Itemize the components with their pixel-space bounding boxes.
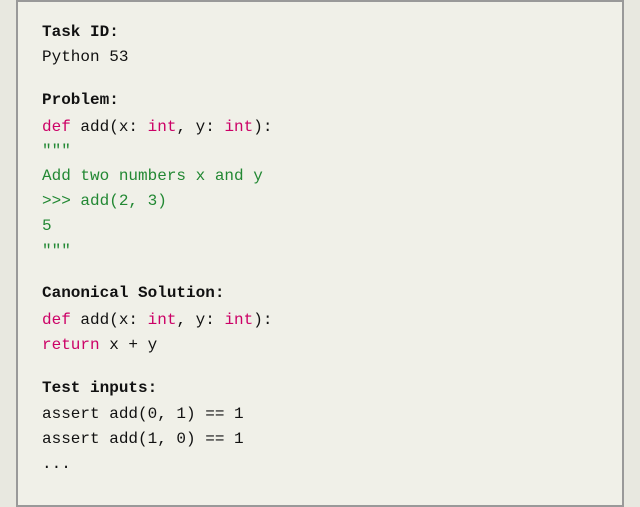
- test-ellipsis: ...: [42, 455, 71, 473]
- test-line-2: assert add(1, 0) == 1: [42, 427, 598, 452]
- docstring-result: 5: [42, 217, 52, 235]
- problem-section: Problem: def add(x: int, y: int): """ Ad…: [42, 88, 598, 264]
- param-y: , y:: [176, 118, 224, 136]
- task-id-label: Task ID:: [42, 23, 119, 41]
- test-section: Test inputs: assert add(0, 1) == 1 asser…: [42, 376, 598, 477]
- test-assert-2: assert add(1, 0) == 1: [42, 430, 244, 448]
- problem-line-4: >>> add(2, 3): [42, 189, 598, 214]
- type-int-4: int: [224, 311, 253, 329]
- canonical-section: Canonical Solution: def add(x: int, y: i…: [42, 281, 598, 357]
- task-id-section: Task ID: Python 53: [42, 20, 598, 70]
- return-expr: x + y: [109, 336, 157, 354]
- docstring-open: """: [42, 142, 71, 160]
- test-line-3: ...: [42, 452, 598, 477]
- test-label: Test inputs:: [42, 379, 157, 397]
- problem-line-5: 5: [42, 214, 598, 239]
- problem-line-2: """: [42, 139, 598, 164]
- docstring-example: >>> add(2, 3): [42, 192, 167, 210]
- test-line-1: assert add(0, 1) == 1: [42, 402, 598, 427]
- canonical-code: def add(x: int, y: int): return x + y: [42, 308, 598, 358]
- test-code: assert add(0, 1) == 1 assert add(1, 0) =…: [42, 402, 598, 476]
- param-y-2: , y:: [176, 311, 224, 329]
- func-signature-2: add(x:: [80, 311, 147, 329]
- type-int-3: int: [148, 311, 177, 329]
- problem-line-6: """: [42, 239, 598, 264]
- return-keyword: return: [42, 336, 109, 354]
- test-assert-1: assert add(0, 1) == 1: [42, 405, 244, 423]
- canonical-line-2: return x + y: [42, 333, 598, 358]
- def-keyword: def: [42, 118, 80, 136]
- func-signature: add(x:: [80, 118, 147, 136]
- type-int-2: int: [224, 118, 253, 136]
- docstring-desc: Add two numbers x and y: [42, 167, 263, 185]
- task-id-value: Python 53: [42, 48, 128, 66]
- canonical-label: Canonical Solution:: [42, 284, 224, 302]
- canonical-line-1: def add(x: int, y: int):: [42, 308, 598, 333]
- type-int-1: int: [148, 118, 177, 136]
- def-keyword-2: def: [42, 311, 80, 329]
- problem-line-3: Add two numbers x and y: [42, 164, 598, 189]
- func-end: ):: [253, 118, 272, 136]
- problem-label: Problem:: [42, 91, 119, 109]
- main-container: Task ID: Python 53 Problem: def add(x: i…: [16, 0, 624, 507]
- docstring-close: """: [42, 242, 71, 260]
- problem-line-1: def add(x: int, y: int):: [42, 115, 598, 140]
- problem-code: def add(x: int, y: int): """ Add two num…: [42, 115, 598, 264]
- func-end-2: ):: [253, 311, 272, 329]
